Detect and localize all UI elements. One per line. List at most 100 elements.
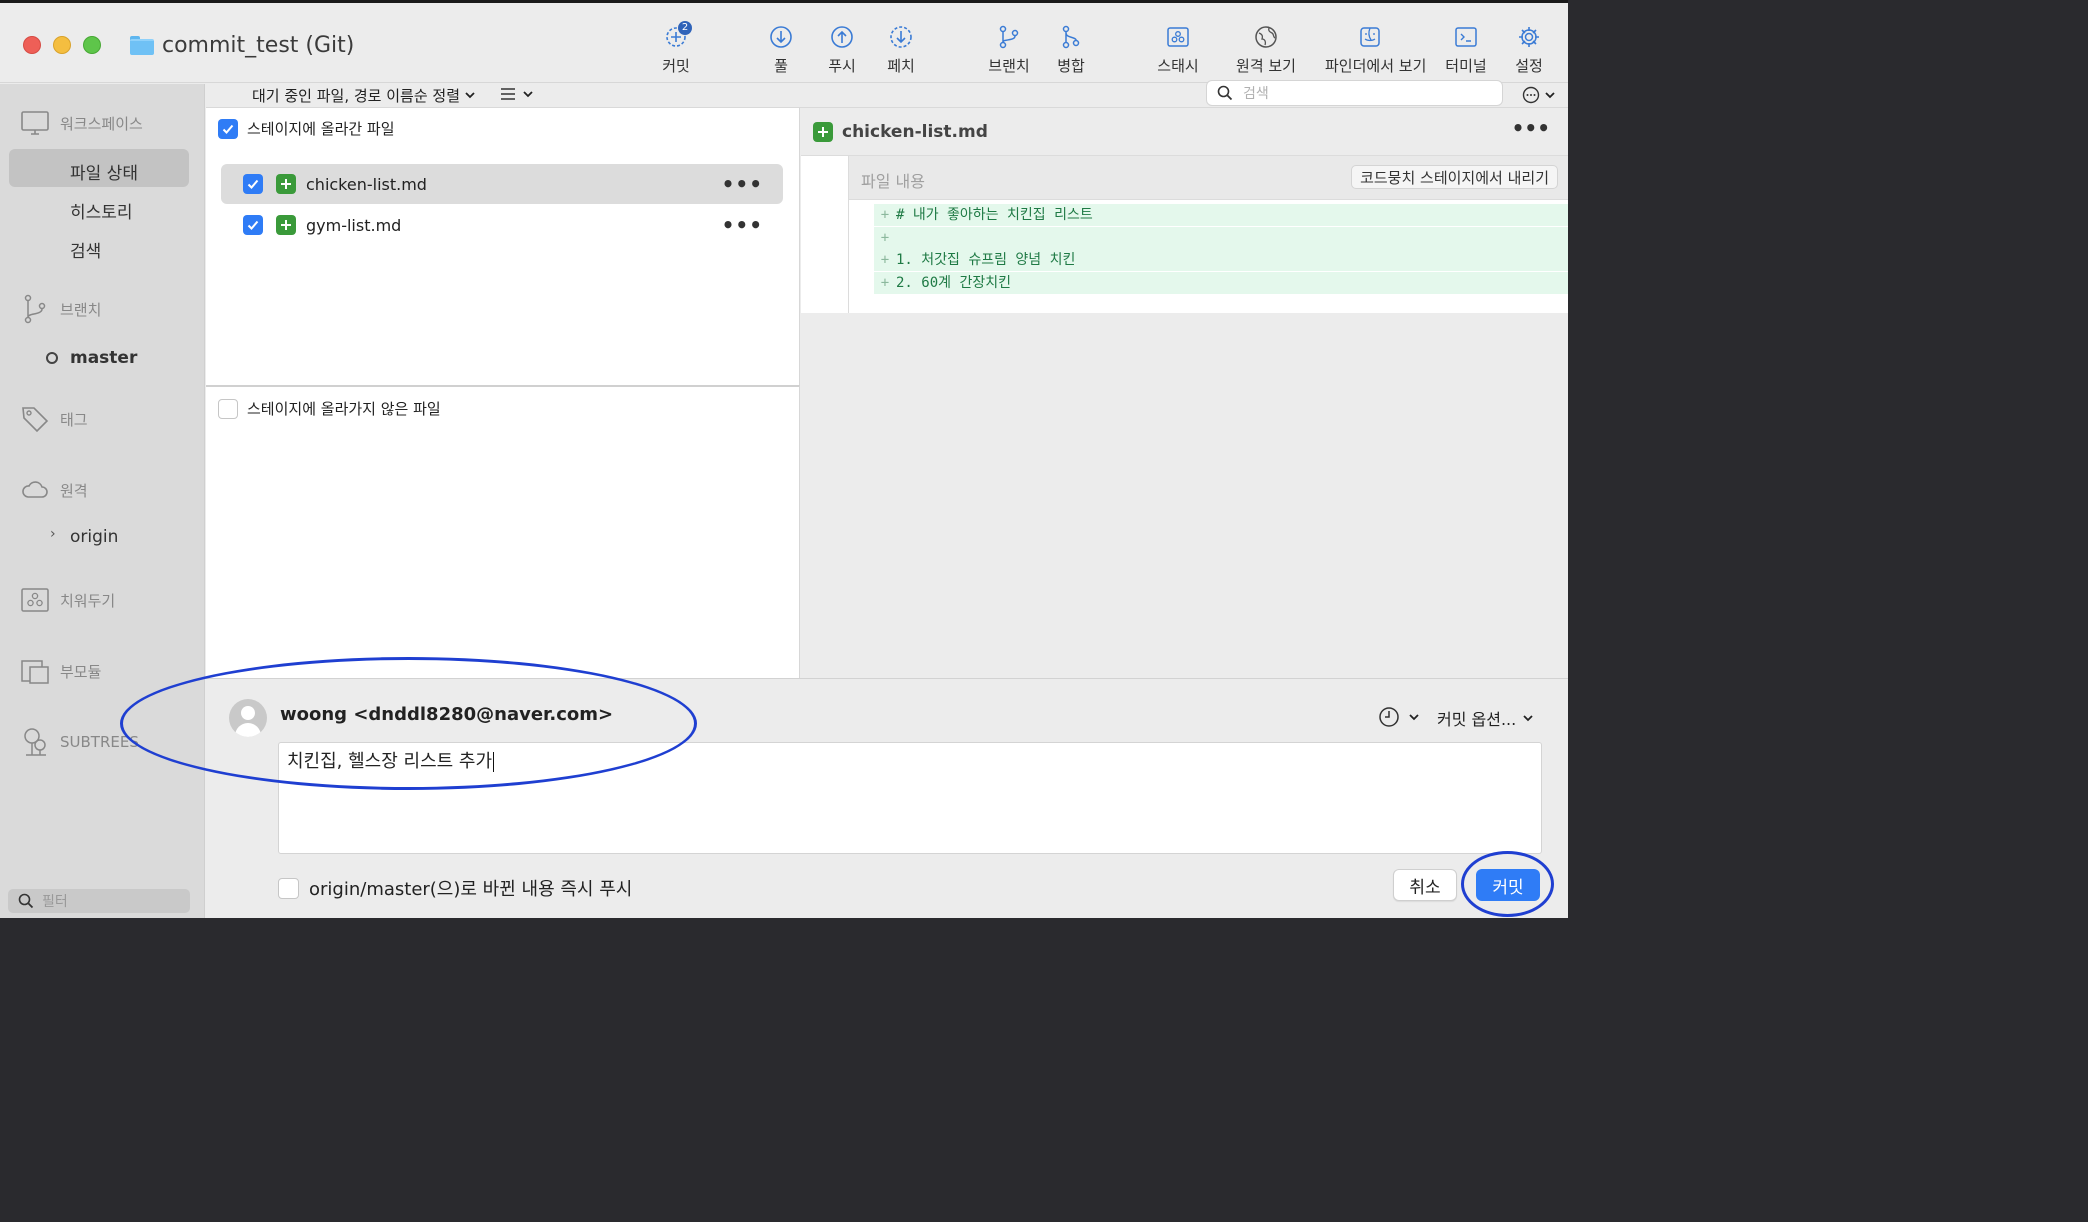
minimize-window-button[interactable] <box>53 36 71 54</box>
diff-more-options-button[interactable]: ••• <box>1512 116 1550 140</box>
staged-all-checkbox[interactable] <box>218 118 238 139</box>
sidebar-section-branches[interactable]: 브랜치 <box>20 294 101 324</box>
staged-file-row-chicken-list[interactable]: chicken-list.md ••• <box>221 164 783 204</box>
sidebar-remote-origin[interactable]: origin <box>70 527 118 547</box>
unstage-hunk-button[interactable]: 코드뭉치 스테이지에서 내리기 <box>1351 165 1558 189</box>
unstaged-files-header-label: 스테이지에 올라가지 않은 파일 <box>247 400 441 418</box>
view-mode-dropdown[interactable] <box>500 86 534 102</box>
fetch-toolbar-label: 페치 <box>887 57 915 75</box>
sidebar-filter-input[interactable]: 필터 <box>8 889 190 913</box>
fetch-icon <box>890 26 912 48</box>
sidebar-section-remotes-label: 원격 <box>60 481 88 500</box>
fetch-toolbar-button[interactable]: 페치 <box>856 21 946 76</box>
file-checkbox[interactable] <box>243 215 263 235</box>
pull-icon <box>770 26 792 48</box>
chevron-right-icon[interactable]: › <box>50 526 56 542</box>
remote-view-toolbar-label: 원격 보기 <box>1236 57 1296 75</box>
hunk-label: 파일 내용 <box>861 172 925 191</box>
hunk-header: 파일 내용 코드뭉치 스테이지에서 내리기 <box>849 156 1568 200</box>
submodule-icon <box>21 660 49 684</box>
commit-history-dropdown[interactable] <box>1378 706 1420 728</box>
sidebar-section-stashes[interactable]: 치워두기 <box>20 585 115 615</box>
diff-body: + # 내가 좋아하는 치킨집 리스트 + +1. 처갓집 슈프림 양념 치킨 +… <box>849 200 1568 313</box>
monitor-icon <box>21 111 49 135</box>
stash-icon <box>21 588 49 612</box>
search-icon <box>1217 85 1233 101</box>
sidebar-section-workspace[interactable]: 워크스페이스 <box>20 108 143 138</box>
unstaged-files-header[interactable]: 스테이지에 올라가지 않은 파일 <box>218 398 441 419</box>
sidebar-branch-label: master <box>70 348 138 368</box>
sidebar-branch-master[interactable]: master <box>46 348 137 368</box>
sidebar-section-subtrees[interactable]: SUBTREES <box>20 727 139 757</box>
file-name: chicken-list.md <box>306 174 427 194</box>
tree-icon <box>24 728 46 756</box>
diff-file-title: chicken-list.md <box>813 122 988 142</box>
diff-line: +1. 처갓집 슈프림 양념 치킨 <box>874 249 1568 271</box>
unstaged-all-checkbox[interactable] <box>218 398 238 419</box>
sort-dropdown[interactable]: 대기 중인 파일, 경로 이름순 정렬 <box>252 84 476 106</box>
diff-gutter <box>801 156 849 313</box>
push-immediately-option[interactable]: origin/master(으)로 바뀐 내용 즉시 푸시 <box>278 875 632 901</box>
window-title-area: commit_test (Git) <box>130 30 354 60</box>
commit-message-input[interactable]: 치킨집, 헬스장 리스트 추가 <box>278 742 1542 854</box>
settings-toolbar-button[interactable]: 설정 <box>1484 21 1568 76</box>
commit-button[interactable]: 커밋 <box>1476 869 1540 901</box>
finder-view-toolbar-label: 파인더에서 보기 <box>1325 57 1427 75</box>
finder-view-toolbar-button[interactable]: 파인더에서 보기 <box>1325 21 1427 76</box>
sidebar-section-submodules[interactable]: 부모듈 <box>20 656 101 686</box>
commit-toolbar-button[interactable]: 2 커밋 <box>631 21 721 76</box>
sidebar-item-file-status[interactable]: 파일 상태 <box>70 159 138 184</box>
sidebar-section-remotes[interactable]: 원격 <box>20 475 88 505</box>
toolbar: commit_test (Git) 2 커밋 풀 푸시 페치 브랜치 병합 스태… <box>0 3 1568 83</box>
finder-icon <box>1360 27 1380 47</box>
current-branch-icon <box>46 352 58 364</box>
sidebar-section-workspace-label: 워크스페이스 <box>60 114 143 133</box>
sidebar-section-tags-label: 태그 <box>60 410 88 429</box>
file-added-icon <box>276 174 296 194</box>
cancel-button[interactable]: 취소 <box>1393 869 1457 901</box>
diff-panel: chicken-list.md ••• 파일 내용 코드뭉치 스테이지에서 내리… <box>801 108 1568 678</box>
merge-toolbar-label: 병합 <box>1057 57 1085 75</box>
cloud-icon <box>22 481 48 498</box>
chevron-down-icon <box>1545 92 1555 99</box>
sidebar-item-search[interactable]: 검색 <box>70 237 101 262</box>
chevron-down-icon <box>523 91 533 98</box>
stash-toolbar-button[interactable]: 스태시 <box>1133 21 1223 76</box>
stash-icon <box>1167 27 1189 47</box>
zoom-window-button[interactable] <box>83 36 101 54</box>
push-immediately-label: origin/master(으)로 바뀐 내용 즉시 푸시 <box>309 879 633 900</box>
commit-message-text: 치킨집, 헬스장 리스트 추가 <box>287 751 495 772</box>
push-immediately-checkbox[interactable] <box>278 877 299 899</box>
file-checkbox[interactable] <box>243 174 263 194</box>
window-title: commit_test (Git) <box>162 32 355 58</box>
globe-icon <box>1255 26 1277 48</box>
merge-toolbar-button[interactable]: 병합 <box>1026 21 1116 76</box>
close-window-button[interactable] <box>23 36 41 54</box>
commit-options-label: 커밋 옵션... <box>1437 710 1517 729</box>
sidebar-section-tags[interactable]: 태그 <box>20 404 88 434</box>
file-more-options-button[interactable]: ••• <box>722 213 763 237</box>
branch-icon <box>24 294 46 324</box>
diff-file-name: chicken-list.md <box>842 122 988 142</box>
sidebar-item-history[interactable]: 히스토리 <box>70 198 133 223</box>
more-options-dropdown[interactable] <box>1522 86 1556 104</box>
staged-files-header[interactable]: 스테이지에 올라간 파일 <box>218 118 395 139</box>
commit-toolbar-label: 커밋 <box>662 57 690 75</box>
diff-line: +2. 60계 간장치킨 <box>874 272 1568 294</box>
file-search-input[interactable]: 검색 <box>1206 80 1503 106</box>
file-name: gym-list.md <box>306 215 402 235</box>
remote-view-toolbar-button[interactable]: 원격 보기 <box>1221 21 1311 76</box>
commit-author: woong <dnddl8280@naver.com> <box>280 704 614 725</box>
commit-count-badge: 2 <box>678 21 692 35</box>
folder-icon <box>130 35 154 55</box>
terminal-icon <box>1455 27 1477 47</box>
sort-dropdown-label: 대기 중인 파일, 경로 이름순 정렬 <box>252 86 461 105</box>
file-more-options-button[interactable]: ••• <box>722 172 763 196</box>
sidebar-filter-placeholder: 필터 <box>42 894 68 910</box>
app-window: commit_test (Git) 2 커밋 풀 푸시 페치 브랜치 병합 스태… <box>0 0 1568 918</box>
sidebar-section-stashes-label: 치워두기 <box>60 591 116 610</box>
search-icon <box>18 893 34 909</box>
staged-files-header-label: 스테이지에 올라간 파일 <box>247 120 395 138</box>
staged-file-row-gym-list[interactable]: gym-list.md ••• <box>221 205 783 245</box>
commit-options-dropdown[interactable]: 커밋 옵션... <box>1437 706 1534 730</box>
